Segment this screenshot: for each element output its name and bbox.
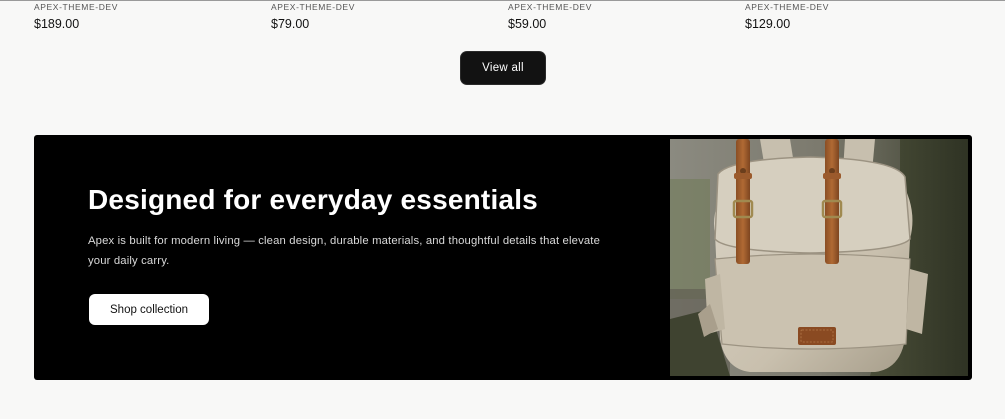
view-all-button[interactable]: View all (461, 52, 545, 84)
product-price: $129.00 (745, 17, 791, 31)
product-vendor: APEX-THEME-DEV (508, 2, 592, 12)
shop-collection-button[interactable]: Shop collection (89, 294, 209, 325)
product-card[interactable]: APEX-THEME-DEV $129.00 (745, 0, 829, 31)
backpack-image (670, 139, 968, 376)
product-vendor: APEX-THEME-DEV (745, 2, 829, 12)
product-price: $59.00 (508, 17, 547, 31)
product-price: $79.00 (271, 17, 310, 31)
feature-banner: Designed for everyday essentials Apex is… (34, 135, 972, 380)
product-card[interactable]: APEX-THEME-DEV $189.00 (34, 0, 118, 31)
banner-description: Apex is built for modern living — clean … (88, 235, 601, 267)
product-price: $189.00 (34, 17, 80, 31)
banner-title: Designed for everyday essentials (88, 184, 538, 215)
product-vendor: APEX-THEME-DEV (34, 2, 118, 12)
product-grid: APEX-THEME-DEV $189.00 APEX-THEME-DEV $7… (0, 0, 1005, 40)
product-card[interactable]: APEX-THEME-DEV $59.00 (508, 0, 592, 31)
product-vendor: APEX-THEME-DEV (271, 2, 355, 12)
product-card[interactable]: APEX-THEME-DEV $79.00 (271, 0, 355, 31)
